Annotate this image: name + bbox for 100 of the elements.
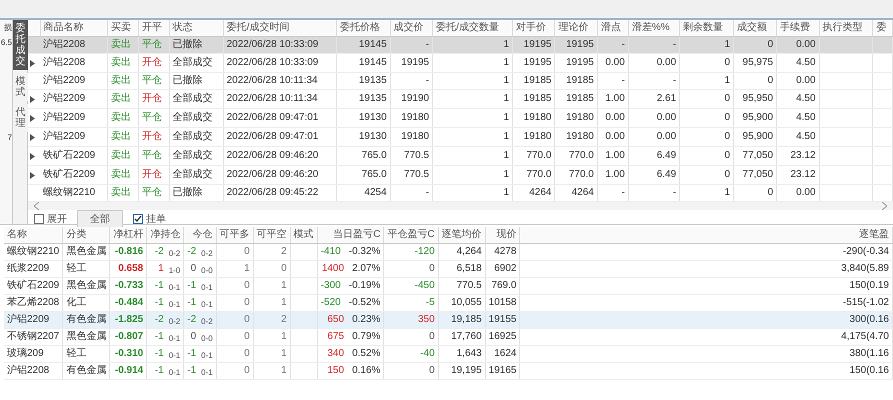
- column-header[interactable]: 净持仓: [146, 227, 184, 243]
- table-cell: 95,900: [734, 127, 777, 146]
- position-row[interactable]: 沪铝2208 有色金属 -0.914 -1 $_{0-1}$ -1 $_{0-1}$ 0 1 150 0.16% 0 19,195 19165 150(0.16: [4, 362, 892, 379]
- column-header[interactable]: 滑差%%: [628, 20, 680, 36]
- column-header[interactable]: 委托/成交时间: [223, 20, 336, 36]
- table-cell: 6902: [485, 260, 520, 277]
- column-header[interactable]: 买卖: [107, 20, 138, 36]
- column-header[interactable]: 滑点: [597, 20, 628, 36]
- position-row[interactable]: 沪铝2209 有色金属 -1.825 -2 $_{0-2}$ -2 $_{0-2}$ 0 2 650 0.23% 350 19,185 19155 300(0.16: [4, 311, 892, 328]
- column-header[interactable]: 逐笔盈: [520, 227, 892, 243]
- position-row[interactable]: 螺纹钢2210 黑色金属 -0.816 -2 $_{0-2}$ -2 $_{0-2}$ 0 2 -410 -0.32% -120 4,264 4278 -290(-0.34: [4, 243, 892, 260]
- column-header[interactable]: 当日盈亏C: [317, 227, 384, 243]
- column-header[interactable]: 今仓: [184, 227, 216, 243]
- column-header[interactable]: 手续费: [776, 20, 820, 36]
- table-cell: 2022/06/28 10:33:09: [223, 53, 336, 72]
- expand-arrow-icon[interactable]: [30, 134, 35, 140]
- column-header[interactable]: 委托价格: [336, 20, 390, 36]
- order-row[interactable]: 铁矿石2209 卖出 平仓 全部成交 2022/06/28 09:46:20 765.0 770.5 1 770.0 770.0 1.00 6.49 0 77,050 23.12: [28, 146, 892, 165]
- column-header[interactable]: 模式: [290, 227, 318, 243]
- table-cell: 0: [384, 362, 438, 379]
- column-header[interactable]: 委: [872, 20, 892, 36]
- table-cell: 1: [432, 108, 513, 127]
- table-cell: 770.0: [554, 146, 598, 165]
- table-cell: 4254: [336, 184, 390, 201]
- expand-arrow-icon[interactable]: [30, 152, 35, 160]
- filter-button[interactable]: 全部: [77, 210, 123, 228]
- column-header[interactable]: 平仓盈亏C: [384, 227, 438, 243]
- table-cell: -2 $_{0-2}$: [184, 311, 216, 328]
- position-row[interactable]: 铁矿石2209 黑色金属 -0.733 -1 $_{0-1}$ -1 $_{0-1}$ 0 1 -300 -0.19% -450 770.5 769.0 150(0.19: [4, 277, 892, 294]
- column-header[interactable]: 成交额: [734, 20, 777, 36]
- table-cell: 4.50: [776, 108, 820, 127]
- table-cell: 0.00: [628, 127, 680, 146]
- column-header[interactable]: 分类: [62, 227, 110, 243]
- table-cell: -0.310: [110, 345, 147, 362]
- column-header[interactable]: 状态: [169, 20, 224, 36]
- table-cell: -0.733: [110, 277, 147, 294]
- expand-arrow-icon[interactable]: [30, 114, 35, 122]
- table-cell: 95,900: [734, 108, 777, 127]
- order-row[interactable]: 螺纹钢2210 卖出 平仓 已撤除 2022/06/28 09:45:22 4254 - 1 4264 4264 - - 1 0 0.00: [28, 184, 892, 201]
- table-cell: 卖出: [107, 146, 138, 165]
- table-cell: 23.12: [776, 146, 820, 165]
- column-header[interactable]: 商品名称: [40, 20, 108, 36]
- table-cell: 2022/06/28 10:11:34: [223, 89, 336, 108]
- column-header[interactable]: 开平: [138, 20, 170, 36]
- position-row[interactable]: 纸浆2209 轻工 0.658 1 $_{1-0}$ 0 $_{0-0}$ 1 0 1400 2.07% 0 6,518 6902 3,840(5.89: [4, 260, 892, 277]
- table-cell: 19195: [512, 36, 555, 53]
- scroll-left-icon[interactable]: [34, 202, 39, 210]
- order-row[interactable]: 沪铝2209 卖出 开仓 全部成交 2022/06/28 10:11:34 19135 19190 1 19185 19185 1.00 2.61 0 95,950 4.50: [28, 89, 892, 108]
- scroll-right-icon[interactable]: [882, 202, 887, 210]
- table-cell: 0: [253, 260, 290, 277]
- column-header[interactable]: 剩余数量: [680, 20, 734, 36]
- column-header[interactable]: 现价: [485, 227, 520, 243]
- checkbox[interactable]: [133, 214, 143, 224]
- column-header[interactable]: 委托/成交数量: [432, 20, 513, 36]
- table-cell: 1: [253, 362, 290, 379]
- order-row[interactable]: 铁矿石2209 卖出 开仓 全部成交 2022/06/28 09:46:20 765.0 770.5 1 770.0 770.0 1.00 6.49 0 77,050 23.12: [28, 165, 892, 184]
- column-header[interactable]: 名称: [4, 227, 63, 243]
- table-cell: 765.0: [336, 146, 390, 165]
- table-cell: 纸浆2209: [4, 260, 63, 277]
- table-cell: 2022/06/28 09:46:20: [223, 146, 336, 165]
- order-row[interactable]: 沪铝2209 卖出 开仓 全部成交 2022/06/28 09:47:01 19130 19180 1 19180 19180 0.00 0.00 0 95,900 4.50: [28, 127, 892, 146]
- table-cell: 全部成交: [169, 165, 224, 184]
- table-cell: 770.5: [438, 277, 486, 294]
- table-cell: 19135: [336, 72, 390, 89]
- table-cell: 770.0: [512, 146, 555, 165]
- table-cell: 0: [216, 345, 254, 362]
- table-cell: 2022/06/28 10:33:09: [223, 36, 336, 53]
- table-cell: 0: [680, 53, 734, 72]
- column-header[interactable]: 成交价: [390, 20, 433, 36]
- table-cell: 0.00: [628, 108, 680, 127]
- table-cell: 675 0.79%: [317, 328, 384, 345]
- order-row[interactable]: 沪铝2209 卖出 平仓 已撤除 2022/06/28 10:11:34 19135 - 1 19185 19185 - - 1 0 0.00: [28, 72, 892, 89]
- table-cell: -: [597, 184, 628, 201]
- table-cell: 1: [432, 127, 513, 146]
- position-row[interactable]: 苯乙烯2208 化工 -0.484 -1 $_{0-1}$ -1 $_{0-1}$ 0 1 -520 -0.52% -5 10,055 10158 -515(-1.02: [4, 294, 892, 311]
- table-cell: 1: [680, 72, 734, 89]
- column-header[interactable]: 对手价: [512, 20, 555, 36]
- checkbox[interactable]: [34, 214, 44, 224]
- order-row[interactable]: 沪铝2209 卖出 平仓 全部成交 2022/06/28 09:47:01 19130 19180 1 19180 19180 0.00 0.00 0 95,900 4.50: [28, 108, 892, 127]
- position-row[interactable]: 玻璃209 轻工 -0.310 -1 $_{0-1}$ -1 $_{0-1}$ 0 1 340 0.52% -40 1,643 1624 380(1.16: [4, 345, 892, 362]
- order-row[interactable]: 沪铝2208 卖出 开仓 全部成交 2022/06/28 10:33:09 19145 19195 1 19195 19195 0.00 0.00 0 95,975 4.50: [28, 53, 892, 72]
- column-header[interactable]: 可平空: [253, 227, 290, 243]
- table-cell: 有色金属: [62, 362, 110, 379]
- column-header[interactable]: 逐笔均价: [438, 227, 486, 243]
- column-header[interactable]: 执行类型: [819, 20, 873, 36]
- table-cell: -1 $_{0-1}$: [146, 294, 184, 311]
- expand-arrow-icon[interactable]: [30, 60, 35, 66]
- expand-arrow-icon[interactable]: [30, 96, 35, 102]
- expand-arrow-icon[interactable]: [30, 172, 35, 178]
- table-cell: 1,643: [438, 345, 486, 362]
- side-tab[interactable]: 委托成交: [13, 20, 28, 70]
- column-header[interactable]: 理论价: [554, 20, 598, 36]
- order-row[interactable]: 沪铝2208 卖出 平仓 已撤除 2022/06/28 10:33:09 19145 - 1 19195 19195 - - 1 0 0.00: [28, 36, 892, 53]
- position-row[interactable]: 不锈钢2207 黑色金属 -0.807 -1 $_{0-1}$ 0 $_{0-0}$ 0 1 675 0.79% 0 17,760 16925 4,175(4.70: [4, 328, 892, 345]
- table-cell: 轻工: [62, 260, 110, 277]
- table-cell: 全部成交: [169, 89, 224, 108]
- side-tab[interactable]: 模式: [13, 73, 28, 101]
- column-header[interactable]: 可平多: [216, 227, 254, 243]
- column-header[interactable]: 净杠杆: [110, 227, 147, 243]
- side-tab[interactable]: 代理: [13, 104, 28, 132]
